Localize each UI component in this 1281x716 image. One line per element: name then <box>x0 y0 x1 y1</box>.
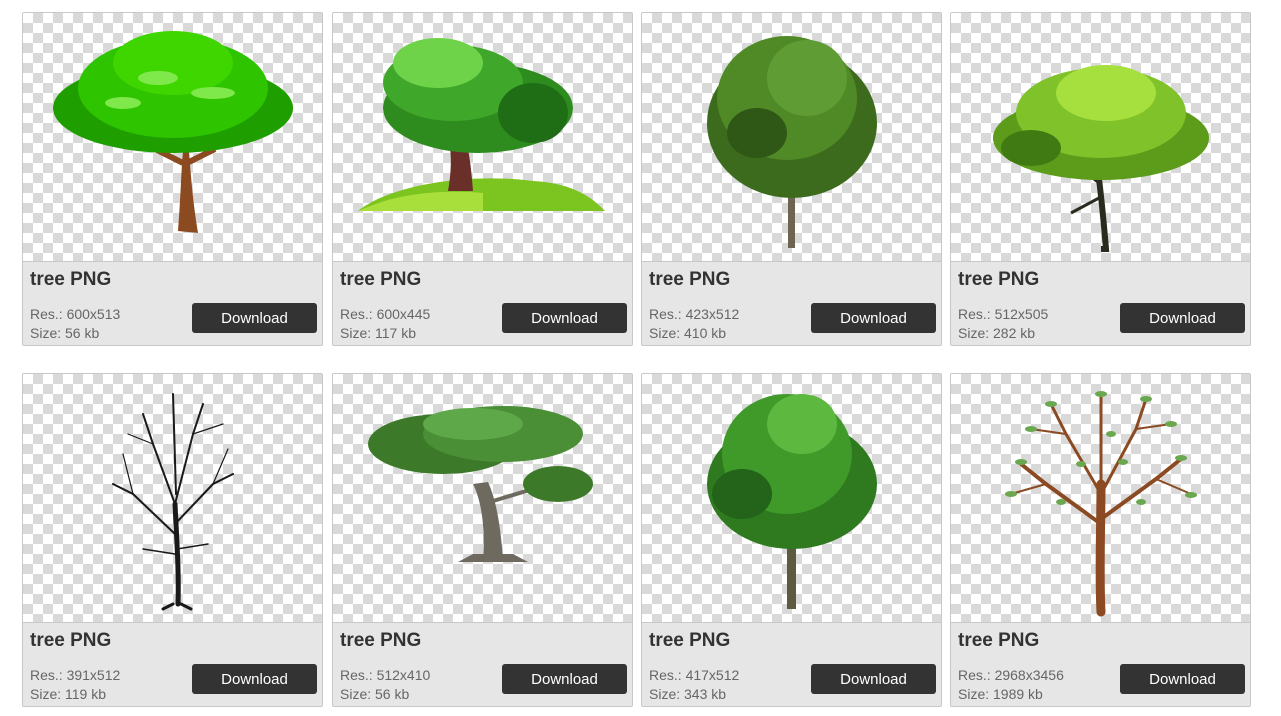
resolution-label: Res.: <box>30 667 63 683</box>
download-button[interactable]: Download <box>192 303 317 333</box>
card-meta: Res.: 423x512 Size: 410 kb <box>649 305 739 343</box>
download-button[interactable]: Download <box>1120 664 1245 694</box>
card-meta: Res.: 2968x3456 Size: 1989 kb <box>958 666 1064 704</box>
card-meta: Res.: 391x512 Size: 119 kb <box>30 666 120 704</box>
image-thumbnail[interactable] <box>333 13 632 262</box>
size-value: 56 kb <box>375 686 410 702</box>
image-grid: tree PNG Res.: 600x513 Size: 56 kb Downl… <box>0 0 1281 716</box>
card-title: tree PNG <box>340 269 422 290</box>
resolution-label: Res.: <box>340 667 373 683</box>
card-title: tree PNG <box>30 630 112 651</box>
card-title: tree PNG <box>958 269 1040 290</box>
size-label: Size: <box>340 325 372 341</box>
card-title: tree PNG <box>649 630 731 651</box>
resolution-value: 512x410 <box>376 667 431 683</box>
image-thumbnail[interactable] <box>333 374 632 623</box>
card-title: tree PNG <box>649 269 731 290</box>
download-button[interactable]: Download <box>811 303 936 333</box>
image-card: tree PNG Res.: 512x505 Size: 282 kb Down… <box>950 12 1251 346</box>
size-value: 410 kb <box>684 325 727 341</box>
sparse-leaf-tree-icon <box>1005 391 1197 617</box>
size-value: 343 kb <box>684 686 727 702</box>
card-title: tree PNG <box>340 630 422 651</box>
resolution-value: 512x505 <box>994 306 1049 322</box>
size-label: Size: <box>958 686 990 702</box>
resolution-value: 2968x3456 <box>994 667 1064 683</box>
download-button[interactable]: Download <box>811 664 936 694</box>
image-thumbnail[interactable] <box>23 13 322 262</box>
card-meta: Res.: 512x505 Size: 282 kb <box>958 305 1048 343</box>
resolution-value: 423x512 <box>685 306 740 322</box>
resolution-value: 600x513 <box>66 306 121 322</box>
size-label: Size: <box>30 325 62 341</box>
card-title: tree PNG <box>30 269 112 290</box>
leafy-tree-icon <box>707 394 877 609</box>
size-label: Size: <box>649 686 681 702</box>
image-card: tree PNG Res.: 423x512 Size: 410 kb Down… <box>641 12 942 346</box>
image-card: tree PNG Res.: 600x513 Size: 56 kb Downl… <box>22 12 323 346</box>
size-value: 1989 kb <box>993 686 1043 702</box>
resolution-value: 417x512 <box>685 667 740 683</box>
image-thumbnail[interactable] <box>23 374 322 623</box>
resolution-label: Res.: <box>30 306 63 322</box>
download-button[interactable]: Download <box>502 664 627 694</box>
bonsai-tree-icon <box>368 406 593 562</box>
image-thumbnail[interactable] <box>642 13 941 262</box>
image-thumbnail[interactable] <box>642 374 941 623</box>
download-button[interactable]: Download <box>192 664 317 694</box>
image-card: tree PNG Res.: 512x410 Size: 56 kb Downl… <box>332 373 633 707</box>
size-value: 119 kb <box>65 686 107 702</box>
resolution-label: Res.: <box>958 306 991 322</box>
resolution-label: Res.: <box>649 667 682 683</box>
size-value: 56 kb <box>65 325 100 341</box>
card-title: tree PNG <box>958 630 1040 651</box>
size-label: Size: <box>30 686 62 702</box>
card-meta: Res.: 417x512 Size: 343 kb <box>649 666 739 704</box>
card-meta: Res.: 512x410 Size: 56 kb <box>340 666 430 704</box>
light-green-tree-icon <box>993 65 1209 252</box>
download-button[interactable]: Download <box>502 303 627 333</box>
size-label: Size: <box>958 325 990 341</box>
image-thumbnail[interactable] <box>951 13 1250 262</box>
cartoon-tree-icon <box>53 31 293 233</box>
image-card: tree PNG Res.: 600x445 Size: 117 kb Down… <box>332 12 633 346</box>
size-value: 117 kb <box>375 325 417 341</box>
image-card: tree PNG Res.: 417x512 Size: 343 kb Down… <box>641 373 942 707</box>
size-value: 282 kb <box>993 325 1036 341</box>
card-meta: Res.: 600x445 Size: 117 kb <box>340 305 430 343</box>
image-thumbnail[interactable] <box>951 374 1250 623</box>
resolution-label: Res.: <box>649 306 682 322</box>
photo-tree-icon <box>707 36 877 248</box>
image-card: tree PNG Res.: 2968x3456 Size: 1989 kb D… <box>950 373 1251 707</box>
resolution-value: 391x512 <box>66 667 121 683</box>
bare-tree-icon <box>112 393 234 611</box>
size-label: Size: <box>340 686 372 702</box>
cartoon-tree-on-hill-icon <box>358 38 605 211</box>
resolution-label: Res.: <box>958 667 991 683</box>
download-button[interactable]: Download <box>1120 303 1245 333</box>
card-meta: Res.: 600x513 Size: 56 kb <box>30 305 120 343</box>
resolution-value: 600x445 <box>376 306 431 322</box>
image-card: tree PNG Res.: 391x512 Size: 119 kb Down… <box>22 373 323 707</box>
size-label: Size: <box>649 325 681 341</box>
resolution-label: Res.: <box>340 306 373 322</box>
